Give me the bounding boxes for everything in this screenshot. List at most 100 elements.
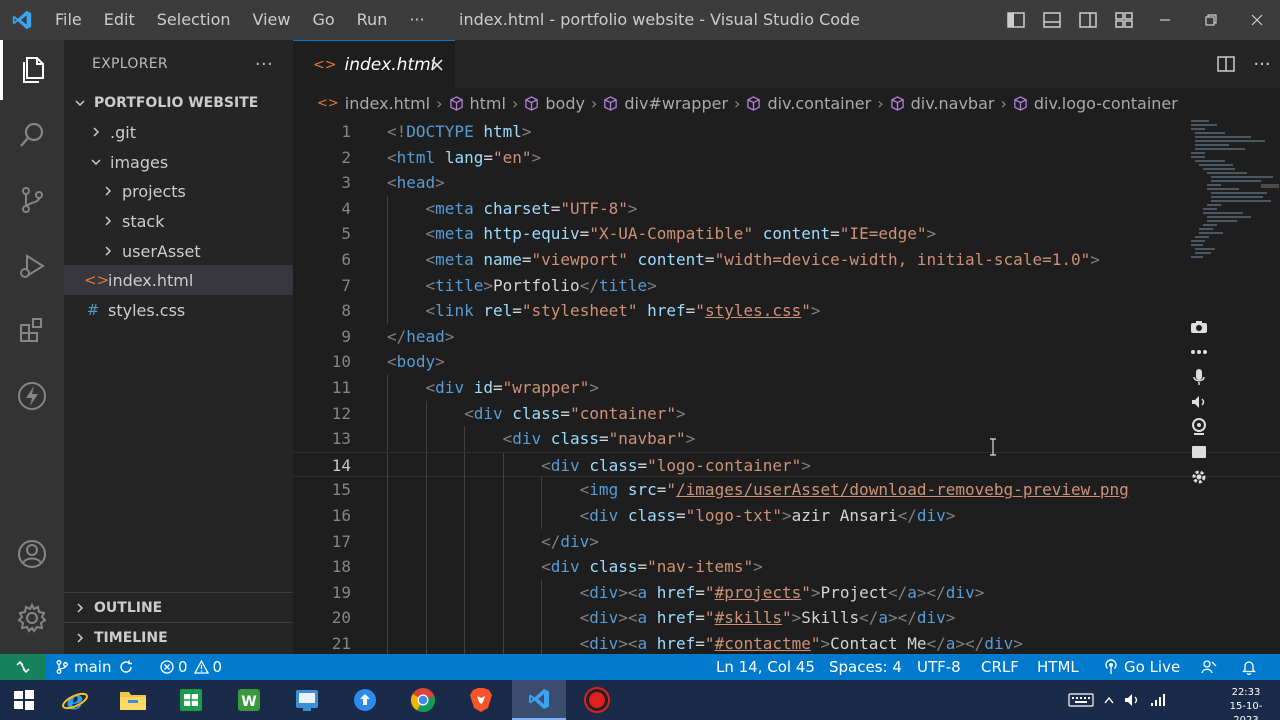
explorer-more-button[interactable]: ··· — [255, 54, 273, 75]
webcam-icon[interactable] — [1185, 414, 1213, 439]
eol-status[interactable]: CRLF — [981, 654, 1019, 680]
outline-section[interactable]: OUTLINE — [64, 592, 293, 622]
tree-item-userasset[interactable]: userAsset — [64, 236, 293, 266]
encoding-status[interactable]: UTF-8 — [917, 654, 961, 680]
menu-view[interactable]: View — [242, 0, 302, 40]
screen-capture-app-icon[interactable] — [280, 680, 334, 720]
branch-status[interactable]: main — [56, 654, 133, 680]
code-line[interactable]: 4 <meta charset="UTF-8"> — [293, 195, 1280, 222]
code-editor[interactable]: 1 <!DOCTYPE html> 2 <html lang="en"> 3 <head>… — [293, 118, 1280, 654]
breadcrumb-navbar[interactable]: div.navbar — [890, 94, 994, 113]
breadcrumb-wrapper[interactable]: div#wrapper — [603, 94, 728, 113]
tree-item-images[interactable]: images — [64, 147, 293, 177]
code-line[interactable]: 21 <div><a href="#contactme">Contact Me<… — [293, 631, 1280, 654]
breadcrumb-html[interactable]: html — [449, 94, 506, 113]
microphone-icon[interactable] — [1185, 364, 1213, 389]
code-line[interactable]: 5 <meta http-equiv="X-UA-Compatible" con… — [293, 221, 1280, 247]
windows-start-icon[interactable] — [0, 680, 48, 720]
accounts-icon[interactable] — [0, 524, 64, 584]
split-editor-icon[interactable] — [1208, 40, 1244, 88]
breadcrumb-file[interactable]: <> index.html — [317, 94, 430, 113]
excel-like-app-icon[interactable] — [164, 680, 218, 720]
breadcrumb-container[interactable]: div.container — [746, 94, 871, 113]
close-window-icon[interactable] — [1234, 0, 1280, 40]
tree-item-index-html[interactable]: <> index.html — [64, 265, 293, 295]
cloud-upload-app-icon[interactable] — [338, 680, 392, 720]
code-line[interactable]: 2 <html lang="en"> — [293, 145, 1280, 171]
more-dots-icon[interactable] — [1185, 339, 1213, 364]
code-line[interactable]: 6 <meta name="viewport" content="width=d… — [293, 247, 1280, 273]
code-line[interactable]: 1 <!DOCTYPE html> — [293, 119, 1280, 145]
minimize-icon[interactable] — [1142, 0, 1188, 40]
keyboard-icon[interactable] — [1068, 693, 1094, 707]
run-debug-icon[interactable] — [0, 236, 64, 296]
code-line[interactable]: 19 <div><a href="#projects">Project</a><… — [293, 579, 1280, 606]
tray-up-arrow-icon[interactable] — [1104, 696, 1114, 704]
chrome-icon[interactable] — [396, 680, 450, 720]
editor-more-actions-icon[interactable]: ··· — [1244, 40, 1280, 88]
minimap[interactable] — [1185, 118, 1280, 278]
code-line[interactable]: 3 <head> — [293, 170, 1280, 196]
tree-item-styles-css[interactable]: # styles.css — [64, 295, 293, 325]
sync-icon[interactable] — [119, 660, 133, 674]
toggle-secondary-sidebar-icon[interactable] — [1070, 0, 1106, 40]
cursor-position[interactable]: Ln 14, Col 45 — [716, 654, 815, 680]
wps-writer-icon[interactable]: W — [222, 680, 276, 720]
volume-icon[interactable] — [1124, 693, 1140, 707]
code-line[interactable]: 15 <img src="/images/userAsset/download-… — [293, 477, 1280, 503]
internet-explorer-icon[interactable]: e — [48, 680, 102, 720]
menu-file[interactable]: File — [44, 0, 93, 40]
speaker-icon[interactable] — [1185, 389, 1213, 414]
camera-icon[interactable] — [1185, 314, 1213, 339]
breadcrumb-logo-container[interactable]: div.logo-container — [1013, 94, 1178, 113]
tab-index-html[interactable]: <> index.html — [293, 40, 455, 88]
code-line[interactable]: 7 <title>Portfolio</title> — [293, 272, 1280, 299]
tree-item-stack[interactable]: stack — [64, 206, 293, 236]
code-line[interactable]: 11 <div id="wrapper"> — [293, 375, 1280, 401]
code-line[interactable]: 17 </div> — [293, 528, 1280, 555]
restore-icon[interactable] — [1188, 0, 1234, 40]
screen-window-icon[interactable] — [1185, 439, 1213, 464]
vscode-taskbar-icon[interactable] — [512, 680, 566, 720]
menu-go[interactable]: Go — [301, 0, 345, 40]
code-line[interactable]: 14 <div class="logo-container"> — [293, 451, 1280, 479]
feedback-icon[interactable] — [1201, 654, 1217, 680]
menu-selection[interactable]: Selection — [146, 0, 242, 40]
tree-item-git[interactable]: .git — [64, 117, 293, 147]
code-line[interactable]: 12 <div class="container"> — [293, 400, 1280, 427]
customize-layout-icon[interactable] — [1106, 0, 1142, 40]
code-line[interactable]: 16 <div class="logo-txt">azir Ansari</di… — [293, 503, 1280, 529]
notifications-bell-icon[interactable] — [1241, 654, 1257, 680]
brave-browser-icon[interactable] — [454, 680, 508, 720]
code-line[interactable]: 9 </head> — [293, 324, 1280, 350]
menu-run[interactable]: Run — [346, 0, 399, 40]
tree-item-projects[interactable]: projects — [64, 176, 293, 206]
source-control-icon[interactable] — [0, 170, 64, 230]
code-line[interactable]: 13 <div class="navbar"> — [293, 426, 1280, 452]
menu-edit[interactable]: Edit — [93, 0, 146, 40]
remote-indicator-icon[interactable] — [0, 654, 46, 680]
close-icon[interactable] — [427, 55, 447, 75]
indentation-status[interactable]: Spaces: 4 — [829, 654, 902, 680]
problems-status[interactable]: 0 0 — [160, 654, 222, 680]
toggle-panel-icon[interactable] — [1034, 0, 1070, 40]
scrollbar-thumb[interactable] — [1261, 184, 1279, 188]
menu-more[interactable]: ··· — [398, 0, 435, 40]
breadcrumb-body[interactable]: body — [524, 94, 585, 113]
search-icon[interactable] — [0, 105, 64, 165]
go-live-button[interactable]: Go Live — [1104, 654, 1180, 680]
language-mode[interactable]: HTML — [1037, 654, 1079, 680]
manage-gear-icon[interactable] — [0, 588, 64, 648]
file-explorer-icon[interactable] — [106, 680, 160, 720]
explorer-root-folder[interactable]: PORTFOLIO WEBSITE — [64, 88, 293, 118]
code-line[interactable]: 10 <body> — [293, 349, 1280, 375]
explorer-icon[interactable] — [0, 40, 64, 100]
settings-gear-icon[interactable] — [1185, 464, 1213, 489]
screen-recorder-icon[interactable] — [570, 680, 624, 720]
taskbar-clock[interactable]: 22:33 15-10-2023 — [1218, 686, 1274, 720]
timeline-section[interactable]: TIMELINE — [64, 622, 293, 652]
lightning-extension-icon[interactable] — [0, 366, 64, 426]
code-line[interactable]: 18 <div class="nav-items"> — [293, 554, 1280, 580]
wifi-signal-icon[interactable] — [1150, 693, 1166, 707]
extensions-icon[interactable] — [0, 300, 64, 360]
